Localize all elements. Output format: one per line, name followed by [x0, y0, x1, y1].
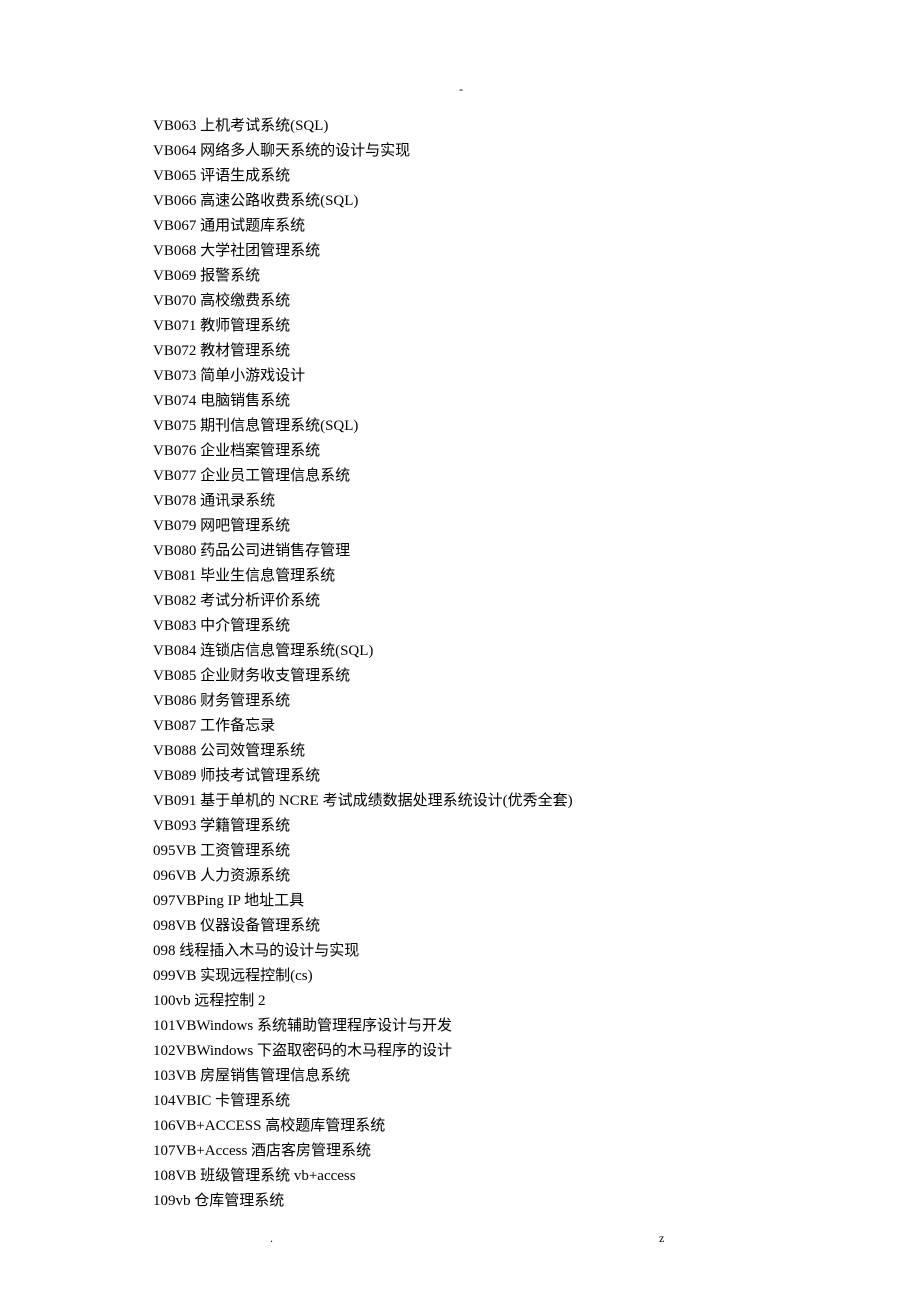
list-item: VB087 工作备忘录: [153, 714, 773, 739]
list-item: VB076 企业档案管理系统: [153, 439, 773, 464]
list-item: VB080 药品公司进销售存管理: [153, 539, 773, 564]
list-item: VB083 中介管理系统: [153, 614, 773, 639]
list-item: 099VB 实现远程控制(cs): [153, 964, 773, 989]
list-item: 109vb 仓库管理系统: [153, 1189, 773, 1214]
list-item: 101VBWindows 系统辅助管理程序设计与开发: [153, 1014, 773, 1039]
list-item: VB065 评语生成系统: [153, 164, 773, 189]
list-item: VB071 教师管理系统: [153, 314, 773, 339]
list-item: VB064 网络多人聊天系统的设计与实现: [153, 139, 773, 164]
list-item: VB082 考试分析评价系统: [153, 589, 773, 614]
list-item: VB069 报警系统: [153, 264, 773, 289]
list-item: 107VB+Access 酒店客房管理系统: [153, 1139, 773, 1164]
list-item: VB074 电脑销售系统: [153, 389, 773, 414]
list-item: VB063 上机考试系统(SQL): [153, 114, 773, 139]
list-item: 097VBPing IP 地址工具: [153, 889, 773, 914]
list-item: VB067 通用试题库系统: [153, 214, 773, 239]
list-item: VB085 企业财务收支管理系统: [153, 664, 773, 689]
list-item: VB070 高校缴费系统: [153, 289, 773, 314]
list-item: 098VB 仪器设备管理系统: [153, 914, 773, 939]
list-item: 098 线程插入木马的设计与实现: [153, 939, 773, 964]
list-item: VB079 网吧管理系统: [153, 514, 773, 539]
list-item: 106VB+ACCESS 高校题库管理系统: [153, 1114, 773, 1139]
list-item: VB077 企业员工管理信息系统: [153, 464, 773, 489]
list-item: VB066 高速公路收费系统(SQL): [153, 189, 773, 214]
footer-right-mark: z: [659, 1231, 664, 1246]
header-mark: -: [459, 82, 463, 97]
list-item: VB093 学籍管理系统: [153, 814, 773, 839]
list-item: VB075 期刊信息管理系统(SQL): [153, 414, 773, 439]
list-item: VB068 大学社团管理系统: [153, 239, 773, 264]
list-item: 103VB 房屋销售管理信息系统: [153, 1064, 773, 1089]
list-item: VB078 通讯录系统: [153, 489, 773, 514]
list-item: 104VBIC 卡管理系统: [153, 1089, 773, 1114]
document-list: VB063 上机考试系统(SQL) VB064 网络多人聊天系统的设计与实现 V…: [153, 114, 773, 1214]
list-item: 108VB 班级管理系统 vb+access: [153, 1164, 773, 1189]
list-item: VB088 公司效管理系统: [153, 739, 773, 764]
list-item: 102VBWindows 下盗取密码的木马程序的设计: [153, 1039, 773, 1064]
list-item: 095VB 工资管理系统: [153, 839, 773, 864]
list-item: VB072 教材管理系统: [153, 339, 773, 364]
list-item: 100vb 远程控制 2: [153, 989, 773, 1014]
list-item: VB091 基于单机的 NCRE 考试成绩数据处理系统设计(优秀全套): [153, 789, 773, 814]
list-item: 096VB 人力资源系统: [153, 864, 773, 889]
footer-left-mark: .: [270, 1231, 273, 1246]
list-item: VB081 毕业生信息管理系统: [153, 564, 773, 589]
list-item: VB073 简单小游戏设计: [153, 364, 773, 389]
list-item: VB084 连锁店信息管理系统(SQL): [153, 639, 773, 664]
list-item: VB086 财务管理系统: [153, 689, 773, 714]
list-item: VB089 师技考试管理系统: [153, 764, 773, 789]
